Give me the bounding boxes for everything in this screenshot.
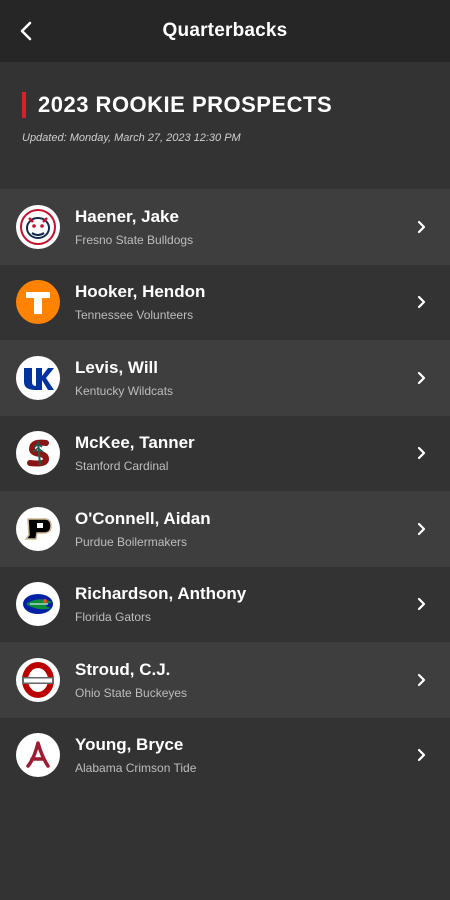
chevron-left-icon xyxy=(20,21,32,41)
player-row[interactable]: Levis, Will Kentucky Wildcats xyxy=(0,340,450,416)
player-row[interactable]: Stroud, C.J. Ohio State Buckeyes xyxy=(0,642,450,718)
team-name: Stanford Cardinal xyxy=(75,459,169,474)
player-name: Haener, Jake xyxy=(75,206,179,226)
player-row[interactable]: Richardson, Anthony Florida Gators xyxy=(0,566,450,642)
team-name: Florida Gators xyxy=(75,610,152,625)
section-header: 2023 ROOKIE PROSPECTS Updated: Monday, M… xyxy=(0,62,450,189)
tennessee-logo-icon xyxy=(16,280,60,325)
player-name: O'Connell, Aidan xyxy=(75,508,211,528)
chevron-right-icon xyxy=(416,371,428,385)
kentucky-logo-icon xyxy=(16,355,60,400)
top-bar: Quarterbacks xyxy=(0,0,450,62)
chevron-right-icon xyxy=(416,446,428,460)
ohio-state-logo-icon xyxy=(16,657,60,702)
team-name: Fresno State Bulldogs xyxy=(75,232,194,247)
player-list: Haener, Jake Fresno State Bulldogs Hooke… xyxy=(0,189,450,793)
page-title: Quarterbacks xyxy=(162,20,288,41)
player-row[interactable]: Young, Bryce Alabama Crimson Tide xyxy=(0,717,450,793)
alabama-logo-icon xyxy=(16,733,60,778)
player-info: O'Connell, Aidan Purdue Boilermakers xyxy=(75,509,211,549)
player-row[interactable]: McKee, Tanner Stanford Cardinal xyxy=(0,415,450,491)
player-info: Richardson, Anthony Florida Gators xyxy=(75,584,246,624)
player-name: Levis, Will xyxy=(75,357,158,377)
chevron-right-icon xyxy=(416,220,428,234)
player-name: Stroud, C.J. xyxy=(75,659,171,679)
fresno-state-logo-icon xyxy=(16,204,60,249)
player-info: McKee, Tanner Stanford Cardinal xyxy=(75,433,195,473)
team-name: Kentucky Wildcats xyxy=(75,383,174,398)
stanford-logo-icon xyxy=(16,431,60,476)
team-name: Tennessee Volunteers xyxy=(75,308,194,323)
player-row[interactable]: Hooker, Hendon Tennessee Volunteers xyxy=(0,264,450,340)
player-name: Young, Bryce xyxy=(75,735,184,755)
chevron-right-icon xyxy=(416,597,428,611)
player-name: McKee, Tanner xyxy=(75,433,195,453)
updated-timestamp: Updated: Monday, March 27, 2023 12:30 PM xyxy=(22,132,241,144)
player-name: Richardson, Anthony xyxy=(75,584,247,604)
player-row[interactable]: Haener, Jake Fresno State Bulldogs xyxy=(0,189,450,265)
player-info: Hooker, Hendon Tennessee Volunteers xyxy=(75,282,205,322)
chevron-right-icon xyxy=(416,295,428,309)
chevron-right-icon xyxy=(416,522,428,536)
team-name: Alabama Crimson Tide xyxy=(75,761,197,776)
florida-logo-icon xyxy=(16,582,60,627)
chevron-right-icon xyxy=(416,748,428,762)
player-row[interactable]: O'Connell, Aidan Purdue Boilermakers xyxy=(0,491,450,567)
section-title: 2023 ROOKIE PROSPECTS xyxy=(38,92,333,117)
player-info: Stroud, C.J. Ohio State Buckeyes xyxy=(75,660,187,700)
chevron-right-icon xyxy=(416,673,428,687)
team-name: Purdue Boilermakers xyxy=(75,534,188,549)
accent-bar xyxy=(22,92,26,118)
section-title-row: 2023 ROOKIE PROSPECTS xyxy=(22,92,450,118)
player-info: Haener, Jake Fresno State Bulldogs xyxy=(75,207,193,247)
team-name: Ohio State Buckeyes xyxy=(75,685,188,700)
player-info: Young, Bryce Alabama Crimson Tide xyxy=(75,735,196,775)
back-button[interactable] xyxy=(12,17,40,45)
purdue-logo-icon xyxy=(16,506,60,551)
player-info: Levis, Will Kentucky Wildcats xyxy=(75,358,173,398)
player-name: Hooker, Hendon xyxy=(75,282,206,302)
